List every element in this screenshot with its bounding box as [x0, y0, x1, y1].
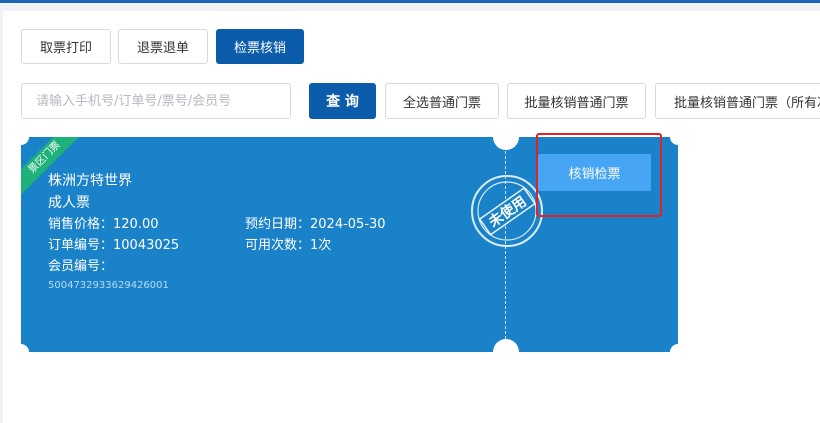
take-ticket-print-button[interactable]: 取票打印 [21, 29, 111, 64]
ticket-corner-cutout [670, 344, 686, 360]
order-no-row: 订单编号：10043025 [48, 234, 179, 253]
batch-verify-regular-all-button[interactable]: 批量核销普通门票（所有次数） [655, 83, 820, 119]
reserve-date-value: 2024-05-30 [310, 217, 386, 232]
search-input[interactable] [21, 83, 291, 119]
query-button[interactable]: 查 询 [309, 83, 376, 119]
ticket-notch-bottom [493, 339, 519, 365]
take-ticket-print-label: 取票打印 [39, 41, 92, 56]
available-times-row: 可用次数：1次 [245, 234, 331, 253]
reserve-date-label: 预约日期： [245, 217, 311, 232]
check-ticket-verify-tab[interactable]: 检票核销 [216, 29, 304, 64]
ticket-code: 5004732933629426001 [48, 280, 169, 291]
order-no-label: 订单编号： [48, 238, 114, 253]
ticket-corner-cutout [670, 129, 686, 145]
reserve-date-row: 预约日期：2024-05-30 [245, 213, 386, 232]
select-all-regular-button[interactable]: 全选普通门票 [385, 83, 499, 119]
refund-ticket-button[interactable]: 退票退单 [118, 29, 208, 64]
select-all-regular-label: 全选普通门票 [402, 95, 481, 111]
available-times-value: 1次 [310, 238, 332, 253]
order-no-value: 10043025 [113, 238, 180, 253]
check-ticket-verify-label: 检票核销 [233, 41, 286, 56]
batch-verify-regular-all-label: 批量核销普通门票（所有次数） [674, 95, 820, 111]
available-times-label: 可用次数： [245, 238, 311, 253]
venue-name: 株洲方特世界 [48, 173, 132, 189]
member-no-label: 会员编号： [48, 259, 114, 274]
price-value: 120.00 [113, 217, 159, 232]
batch-verify-regular-label: 批量核销普通门票 [524, 95, 629, 111]
refund-ticket-label: 退票退单 [136, 41, 189, 56]
ticket-type: 成人票 [48, 195, 90, 211]
member-no-row: 会员编号： [48, 255, 113, 274]
ticket-notch-top [493, 124, 519, 150]
price-label: 销售价格： [48, 217, 114, 232]
top-accent-bar [0, 0, 820, 3]
price-row: 销售价格：120.00 [48, 213, 159, 232]
highlight-box [536, 133, 662, 217]
unused-stamp: 未使用 [471, 175, 543, 247]
ticket-corner-cutout [13, 344, 29, 360]
batch-verify-regular-button[interactable]: 批量核销普通门票 [507, 83, 646, 119]
query-label: 查 询 [326, 94, 359, 110]
